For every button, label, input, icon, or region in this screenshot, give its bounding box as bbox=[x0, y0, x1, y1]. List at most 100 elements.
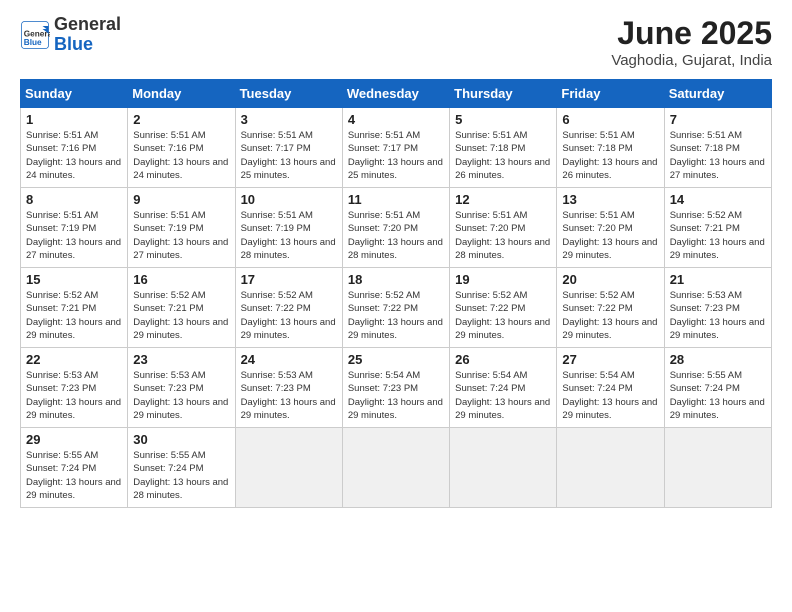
calendar-cell: 3 Sunrise: 5:51 AM Sunset: 7:17 PM Dayli… bbox=[235, 108, 342, 188]
calendar-cell: 13 Sunrise: 5:51 AM Sunset: 7:20 PM Dayl… bbox=[557, 188, 664, 268]
calendar-cell: 4 Sunrise: 5:51 AM Sunset: 7:17 PM Dayli… bbox=[342, 108, 449, 188]
day-info: Sunrise: 5:51 AM Sunset: 7:19 PM Dayligh… bbox=[241, 209, 337, 262]
day-info: Sunrise: 5:54 AM Sunset: 7:24 PM Dayligh… bbox=[455, 369, 551, 422]
calendar-cell bbox=[342, 428, 449, 508]
header-saturday: Saturday bbox=[664, 80, 771, 108]
day-info: Sunrise: 5:51 AM Sunset: 7:17 PM Dayligh… bbox=[348, 129, 444, 182]
day-info: Sunrise: 5:51 AM Sunset: 7:18 PM Dayligh… bbox=[670, 129, 766, 182]
day-number: 8 bbox=[26, 192, 122, 207]
day-info: Sunrise: 5:52 AM Sunset: 7:22 PM Dayligh… bbox=[348, 289, 444, 342]
day-number: 17 bbox=[241, 272, 337, 287]
calendar-cell: 14 Sunrise: 5:52 AM Sunset: 7:21 PM Dayl… bbox=[664, 188, 771, 268]
month-title: June 2025 bbox=[611, 15, 772, 52]
day-number: 23 bbox=[133, 352, 229, 367]
calendar-cell: 5 Sunrise: 5:51 AM Sunset: 7:18 PM Dayli… bbox=[450, 108, 557, 188]
day-number: 6 bbox=[562, 112, 658, 127]
calendar-row: 22 Sunrise: 5:53 AM Sunset: 7:23 PM Dayl… bbox=[21, 348, 772, 428]
day-info: Sunrise: 5:51 AM Sunset: 7:19 PM Dayligh… bbox=[26, 209, 122, 262]
calendar-cell bbox=[557, 428, 664, 508]
day-number: 28 bbox=[670, 352, 766, 367]
calendar-cell: 7 Sunrise: 5:51 AM Sunset: 7:18 PM Dayli… bbox=[664, 108, 771, 188]
header-wednesday: Wednesday bbox=[342, 80, 449, 108]
calendar-cell: 10 Sunrise: 5:51 AM Sunset: 7:19 PM Dayl… bbox=[235, 188, 342, 268]
calendar-cell: 18 Sunrise: 5:52 AM Sunset: 7:22 PM Dayl… bbox=[342, 268, 449, 348]
day-number: 11 bbox=[348, 192, 444, 207]
day-info: Sunrise: 5:51 AM Sunset: 7:16 PM Dayligh… bbox=[26, 129, 122, 182]
calendar-cell: 16 Sunrise: 5:52 AM Sunset: 7:21 PM Dayl… bbox=[128, 268, 235, 348]
logo-icon: General Blue bbox=[20, 20, 50, 50]
header-tuesday: Tuesday bbox=[235, 80, 342, 108]
day-info: Sunrise: 5:54 AM Sunset: 7:23 PM Dayligh… bbox=[348, 369, 444, 422]
day-number: 19 bbox=[455, 272, 551, 287]
calendar-cell: 21 Sunrise: 5:53 AM Sunset: 7:23 PM Dayl… bbox=[664, 268, 771, 348]
day-info: Sunrise: 5:55 AM Sunset: 7:24 PM Dayligh… bbox=[133, 449, 229, 502]
header: General Blue General Blue June 2025 Vagh… bbox=[20, 15, 772, 69]
calendar-cell: 25 Sunrise: 5:54 AM Sunset: 7:23 PM Dayl… bbox=[342, 348, 449, 428]
day-number: 30 bbox=[133, 432, 229, 447]
day-info: Sunrise: 5:53 AM Sunset: 7:23 PM Dayligh… bbox=[26, 369, 122, 422]
day-number: 16 bbox=[133, 272, 229, 287]
day-info: Sunrise: 5:51 AM Sunset: 7:19 PM Dayligh… bbox=[133, 209, 229, 262]
location: Vaghodia, Gujarat, India bbox=[611, 52, 772, 69]
calendar-cell: 2 Sunrise: 5:51 AM Sunset: 7:16 PM Dayli… bbox=[128, 108, 235, 188]
day-number: 7 bbox=[670, 112, 766, 127]
day-number: 2 bbox=[133, 112, 229, 127]
day-info: Sunrise: 5:52 AM Sunset: 7:22 PM Dayligh… bbox=[455, 289, 551, 342]
logo-general-text: General bbox=[54, 15, 121, 35]
day-info: Sunrise: 5:55 AM Sunset: 7:24 PM Dayligh… bbox=[670, 369, 766, 422]
day-number: 22 bbox=[26, 352, 122, 367]
day-info: Sunrise: 5:53 AM Sunset: 7:23 PM Dayligh… bbox=[670, 289, 766, 342]
day-number: 3 bbox=[241, 112, 337, 127]
header-friday: Friday bbox=[557, 80, 664, 108]
day-number: 13 bbox=[562, 192, 658, 207]
calendar-cell: 9 Sunrise: 5:51 AM Sunset: 7:19 PM Dayli… bbox=[128, 188, 235, 268]
day-info: Sunrise: 5:51 AM Sunset: 7:18 PM Dayligh… bbox=[455, 129, 551, 182]
day-number: 25 bbox=[348, 352, 444, 367]
day-number: 26 bbox=[455, 352, 551, 367]
day-info: Sunrise: 5:51 AM Sunset: 7:16 PM Dayligh… bbox=[133, 129, 229, 182]
day-number: 14 bbox=[670, 192, 766, 207]
calendar-row: 1 Sunrise: 5:51 AM Sunset: 7:16 PM Dayli… bbox=[21, 108, 772, 188]
logo: General Blue General Blue bbox=[20, 15, 121, 55]
day-number: 4 bbox=[348, 112, 444, 127]
calendar-cell: 24 Sunrise: 5:53 AM Sunset: 7:23 PM Dayl… bbox=[235, 348, 342, 428]
calendar-cell: 20 Sunrise: 5:52 AM Sunset: 7:22 PM Dayl… bbox=[557, 268, 664, 348]
calendar-cell: 23 Sunrise: 5:53 AM Sunset: 7:23 PM Dayl… bbox=[128, 348, 235, 428]
calendar-cell: 15 Sunrise: 5:52 AM Sunset: 7:21 PM Dayl… bbox=[21, 268, 128, 348]
day-number: 10 bbox=[241, 192, 337, 207]
day-info: Sunrise: 5:51 AM Sunset: 7:20 PM Dayligh… bbox=[455, 209, 551, 262]
calendar-cell bbox=[235, 428, 342, 508]
day-number: 5 bbox=[455, 112, 551, 127]
calendar-row: 8 Sunrise: 5:51 AM Sunset: 7:19 PM Dayli… bbox=[21, 188, 772, 268]
day-info: Sunrise: 5:52 AM Sunset: 7:21 PM Dayligh… bbox=[26, 289, 122, 342]
calendar-cell bbox=[450, 428, 557, 508]
day-info: Sunrise: 5:51 AM Sunset: 7:18 PM Dayligh… bbox=[562, 129, 658, 182]
day-info: Sunrise: 5:51 AM Sunset: 7:17 PM Dayligh… bbox=[241, 129, 337, 182]
day-info: Sunrise: 5:52 AM Sunset: 7:21 PM Dayligh… bbox=[670, 209, 766, 262]
day-info: Sunrise: 5:55 AM Sunset: 7:24 PM Dayligh… bbox=[26, 449, 122, 502]
calendar-cell: 30 Sunrise: 5:55 AM Sunset: 7:24 PM Dayl… bbox=[128, 428, 235, 508]
day-info: Sunrise: 5:52 AM Sunset: 7:21 PM Dayligh… bbox=[133, 289, 229, 342]
day-number: 12 bbox=[455, 192, 551, 207]
calendar-cell: 26 Sunrise: 5:54 AM Sunset: 7:24 PM Dayl… bbox=[450, 348, 557, 428]
calendar-cell: 22 Sunrise: 5:53 AM Sunset: 7:23 PM Dayl… bbox=[21, 348, 128, 428]
day-info: Sunrise: 5:52 AM Sunset: 7:22 PM Dayligh… bbox=[562, 289, 658, 342]
header-sunday: Sunday bbox=[21, 80, 128, 108]
calendar-cell: 11 Sunrise: 5:51 AM Sunset: 7:20 PM Dayl… bbox=[342, 188, 449, 268]
calendar-header-row: Sunday Monday Tuesday Wednesday Thursday… bbox=[21, 80, 772, 108]
day-number: 21 bbox=[670, 272, 766, 287]
day-info: Sunrise: 5:53 AM Sunset: 7:23 PM Dayligh… bbox=[133, 369, 229, 422]
calendar-cell: 19 Sunrise: 5:52 AM Sunset: 7:22 PM Dayl… bbox=[450, 268, 557, 348]
calendar-table: Sunday Monday Tuesday Wednesday Thursday… bbox=[20, 79, 772, 508]
day-number: 18 bbox=[348, 272, 444, 287]
day-number: 20 bbox=[562, 272, 658, 287]
day-info: Sunrise: 5:51 AM Sunset: 7:20 PM Dayligh… bbox=[348, 209, 444, 262]
calendar-cell: 8 Sunrise: 5:51 AM Sunset: 7:19 PM Dayli… bbox=[21, 188, 128, 268]
day-number: 9 bbox=[133, 192, 229, 207]
calendar-cell: 28 Sunrise: 5:55 AM Sunset: 7:24 PM Dayl… bbox=[664, 348, 771, 428]
calendar-cell: 1 Sunrise: 5:51 AM Sunset: 7:16 PM Dayli… bbox=[21, 108, 128, 188]
day-info: Sunrise: 5:51 AM Sunset: 7:20 PM Dayligh… bbox=[562, 209, 658, 262]
header-thursday: Thursday bbox=[450, 80, 557, 108]
calendar-cell: 12 Sunrise: 5:51 AM Sunset: 7:20 PM Dayl… bbox=[450, 188, 557, 268]
header-monday: Monday bbox=[128, 80, 235, 108]
